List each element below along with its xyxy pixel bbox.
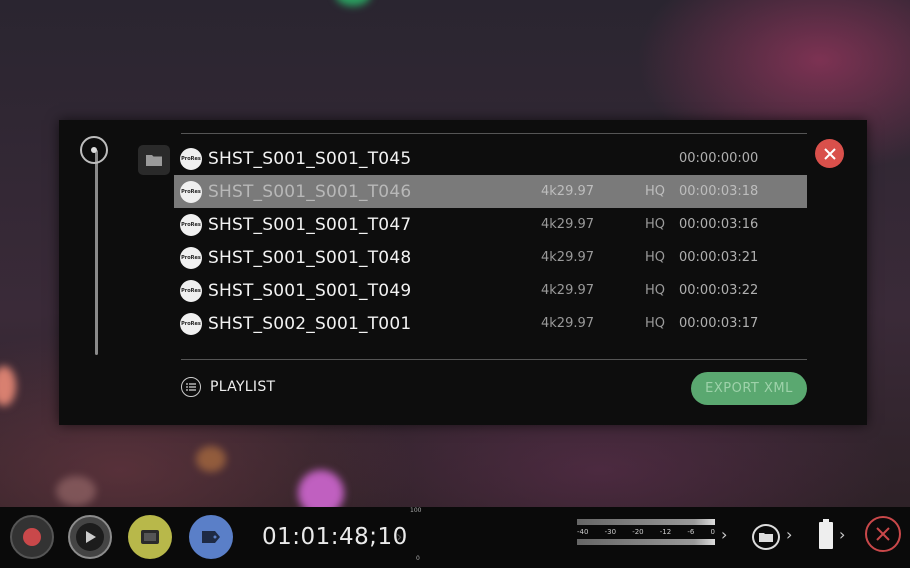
background-bokeh xyxy=(56,476,96,506)
export-xml-button[interactable]: EXPORT XML xyxy=(691,372,807,405)
clip-name: SHST_S002_S001_T001 xyxy=(208,313,412,334)
clip-timecode: 00:00:03:16 xyxy=(679,217,759,232)
clip-codec: HQ xyxy=(645,283,666,298)
divider xyxy=(181,133,807,134)
tag-button[interactable] xyxy=(189,515,233,559)
meter-tick: -20 xyxy=(632,528,644,536)
clip-row-selected[interactable]: ProRes SHST_S001_S001_T046 4k29.97 HQ 00… xyxy=(174,175,807,208)
meter-tick: -40 xyxy=(577,528,589,536)
clip-row[interactable]: ProRes SHST_S001_S001_T049 4k29.97 HQ 00… xyxy=(174,274,807,307)
clip-row[interactable]: ProRes SHST_S002_S001_T001 4k29.97 HQ 00… xyxy=(174,307,807,340)
level-max-label: 100 xyxy=(410,507,422,514)
playlist-button[interactable]: PLAYLIST xyxy=(181,377,275,397)
folder-icon xyxy=(146,155,162,166)
tag-icon xyxy=(202,531,220,543)
clip-timecode: 00:00:03:21 xyxy=(679,250,759,265)
prores-icon: ProRes xyxy=(180,147,202,170)
clip-name: SHST_S001_S001_T048 xyxy=(208,247,412,268)
close-dialog-button[interactable] xyxy=(815,139,844,168)
playlist-label: PLAYLIST xyxy=(210,379,276,395)
clip-codec: HQ xyxy=(645,184,666,199)
meter-tick: 0 xyxy=(710,528,715,536)
clip-resolution: 4k29.97 xyxy=(541,283,595,298)
monitor-button[interactable] xyxy=(128,515,172,559)
clip-name: SHST_S001_S001_T047 xyxy=(208,214,412,235)
prores-icon: ProRes xyxy=(180,246,202,269)
meter-tick: -6 xyxy=(687,528,695,536)
clip-codec: HQ xyxy=(645,217,666,232)
clip-row[interactable]: ProRes SHST_S001_S001_T047 4k29.97 HQ 00… xyxy=(174,208,807,241)
clip-name: SHST_S001_S001_T045 xyxy=(208,148,412,169)
clip-resolution: 4k29.97 xyxy=(541,316,595,331)
clip-row[interactable]: ProRes SHST_S001_S001_T045 00:00:00:00 xyxy=(174,142,807,175)
folder-icon xyxy=(759,533,773,542)
chevron-right-icon: › xyxy=(786,525,793,544)
chevron-right-icon: › xyxy=(839,525,846,544)
close-icon xyxy=(876,527,890,541)
play-icon xyxy=(76,523,104,551)
background-bokeh xyxy=(196,446,226,472)
level-min-label: 0 xyxy=(416,555,420,562)
audio-meter-bar xyxy=(577,539,715,545)
close-button[interactable] xyxy=(865,516,901,552)
battery-icon[interactable] xyxy=(818,519,834,549)
clip-browser-dialog: ProRes SHST_S001_S001_T045 00:00:00:00 P… xyxy=(59,120,867,425)
clip-row[interactable]: ProRes SHST_S001_S001_T048 4k29.97 HQ 00… xyxy=(174,241,807,274)
chevron-right-icon: › xyxy=(396,527,403,546)
clip-codec: HQ xyxy=(645,250,666,265)
clip-resolution: 4k29.97 xyxy=(541,250,595,265)
clip-timecode: 00:00:00:00 xyxy=(679,151,759,166)
prores-icon: ProRes xyxy=(180,279,202,302)
clip-name: SHST_S001_S001_T046 xyxy=(208,181,412,202)
playlist-icon xyxy=(181,377,201,397)
timecode-display[interactable]: 01:01:48;10 xyxy=(262,524,408,550)
record-button[interactable] xyxy=(10,515,54,559)
chevron-right-icon: › xyxy=(721,525,728,544)
folder-button[interactable] xyxy=(138,145,170,175)
prores-icon: ProRes xyxy=(180,213,202,236)
prores-icon: ProRes xyxy=(180,312,202,335)
meter-tick: -12 xyxy=(659,528,672,536)
meter-tick: -30 xyxy=(604,528,617,536)
close-icon xyxy=(823,147,836,160)
background-bokeh xyxy=(0,366,16,406)
background-bokeh xyxy=(335,0,371,6)
clip-codec: HQ xyxy=(645,316,666,331)
clip-timecode: 00:00:03:17 xyxy=(679,316,759,331)
clip-list: ProRes SHST_S001_S001_T045 00:00:00:00 P… xyxy=(174,142,807,340)
prores-icon: ProRes xyxy=(180,180,202,203)
clip-resolution: 4k29.97 xyxy=(541,217,595,232)
record-icon xyxy=(23,528,41,546)
divider xyxy=(181,359,807,360)
bottom-control-bar: 01:01:48;10 › 100 0 -40 -30 -20 -12 -6 0… xyxy=(0,507,910,568)
clip-name: SHST_S001_S001_T049 xyxy=(208,280,412,301)
monitor-icon xyxy=(141,530,159,544)
scroll-handle[interactable] xyxy=(80,136,108,164)
clip-timecode: 00:00:03:18 xyxy=(679,184,759,199)
audio-meter-scale: -40 -30 -20 -12 -6 0 xyxy=(577,528,715,536)
clip-resolution: 4k29.97 xyxy=(541,184,595,199)
media-button[interactable] xyxy=(752,524,780,550)
audio-meter-bar xyxy=(577,519,715,525)
clip-timecode: 00:00:03:22 xyxy=(679,283,759,298)
scroll-track[interactable] xyxy=(95,150,98,355)
audio-meter[interactable]: -40 -30 -20 -12 -6 0 xyxy=(577,519,715,548)
play-button[interactable] xyxy=(68,515,112,559)
